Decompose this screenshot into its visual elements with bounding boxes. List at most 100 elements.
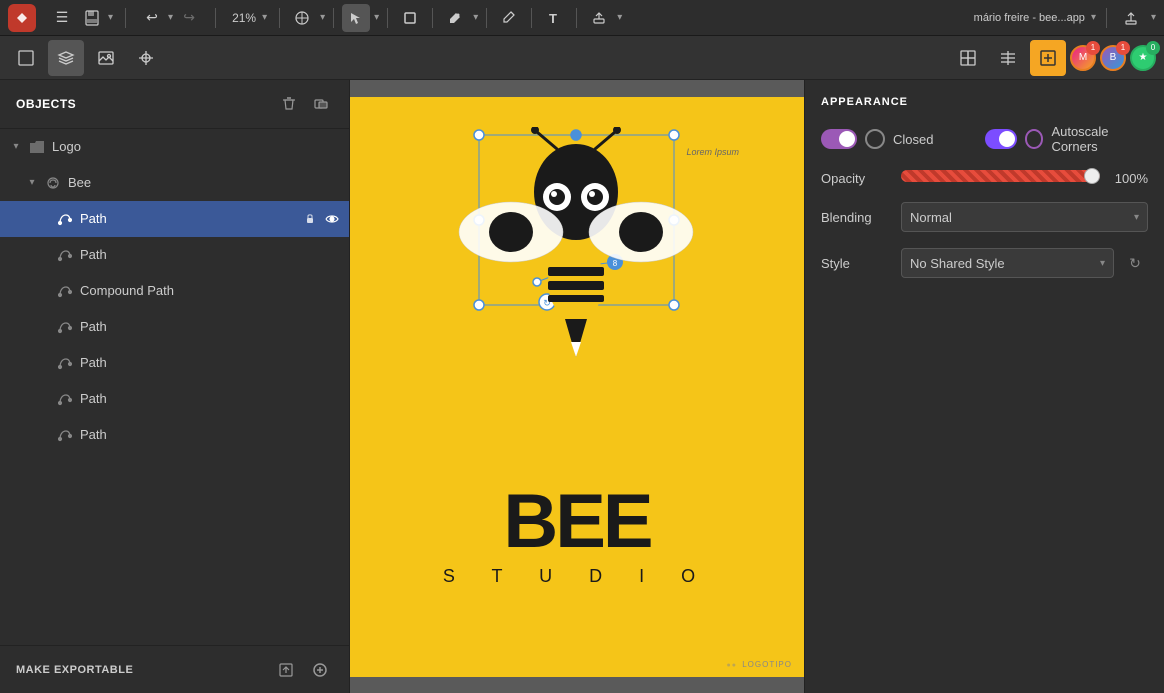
style-label: Style [821,256,901,271]
svg-text:T: T [549,11,557,25]
tree-item-bee[interactable]: ▾ Bee [0,165,349,201]
tree-item-logo[interactable]: ▾ Logo [0,129,349,165]
secondary-toolbar: M 1 B 1 ★ 0 [0,36,1164,80]
watermark: ●● LOGOTIPO [727,660,793,669]
panel-header-actions [277,92,333,116]
avatar-2-container[interactable]: B 1 [1100,45,1126,71]
mask-btn[interactable] [309,92,333,116]
path-1-actions [301,210,341,228]
tree-item-path-3[interactable]: Path [0,309,349,345]
redo-button[interactable]: ↪ [175,4,203,32]
tree-item-path-4[interactable]: Path [0,345,349,381]
tree-item-path-2[interactable]: Path [0,237,349,273]
autoscale-knob [999,131,1015,147]
path-4-icon [56,354,74,372]
opacity-control: 100% [901,170,1148,186]
pen-tool[interactable] [441,4,469,32]
pen-dropdown[interactable]: ▾ [473,12,478,23]
footer-actions [273,657,333,683]
canvas-area[interactable]: Lorem Ipsum [350,80,804,693]
text-tool[interactable]: T [540,4,568,32]
layers-btn[interactable] [48,40,84,76]
separator-9 [576,8,577,28]
logo-arrow: ▾ [8,139,24,155]
transform-btn[interactable] [950,40,986,76]
logo-label: Logo [52,139,341,154]
autoscale-circle[interactable] [1025,129,1043,149]
style-select[interactable]: No Shared Style ▾ [901,248,1114,278]
path-1-eye-icon [323,210,341,228]
save-dropdown-arrow[interactable]: ▾ [108,12,113,23]
separator-6 [432,8,433,28]
align-btn[interactable] [990,40,1026,76]
compound-label: Compound Path [80,283,341,298]
separator-4 [333,8,334,28]
style-chevron: ▾ [1100,258,1105,269]
closed-toggle[interactable] [821,129,857,149]
file-toolbar-group: ☰ ▾ [44,4,117,32]
opacity-label: Opacity [821,171,901,186]
autoscale-toggle[interactable] [985,129,1018,149]
canvas-content: Lorem Ipsum [350,80,804,693]
tree-item-path-1[interactable]: Path [0,201,349,237]
bee-label: Bee [68,175,341,190]
style-value: No Shared Style [910,256,1005,271]
blending-select[interactable]: Normal ▾ [901,202,1148,232]
avatar-3-badge: 0 [1146,41,1160,55]
zoom-level: 21% [228,11,260,25]
tree-item-compound[interactable]: Compound Path [0,273,349,309]
blending-value: Normal [910,210,952,225]
select-dropdown[interactable]: ▾ [374,12,379,23]
components-btn[interactable] [128,40,164,76]
tree-item-path-6[interactable]: Path [0,417,349,453]
user-dropdown[interactable]: ▾ [1091,12,1096,23]
tree-item-path-5[interactable]: Path [0,381,349,417]
secondary-right: M 1 B 1 ★ 0 [950,40,1156,76]
export-icon-btn[interactable] [273,657,299,683]
closed-knob [839,131,855,147]
export-tool[interactable] [585,4,613,32]
main-layout: OBJECTS [0,80,1164,693]
opacity-bar-container[interactable] [901,170,1100,186]
avatar-1-container[interactable]: M 1 [1070,45,1096,71]
path-5-label: Path [80,391,341,406]
toolbar-right: mário freire - bee...app ▾ ▾ [974,4,1156,32]
undo-button[interactable]: ↩ [138,4,166,32]
delete-btn[interactable] [277,92,301,116]
align-tool[interactable] [288,4,316,32]
separator-10 [1106,8,1107,28]
select-tool[interactable] [342,4,370,32]
top-toolbar: ☰ ▾ ↩ ▾ ↪ 21% ▾ ▾ [0,0,1164,36]
right-panel: APPEARANCE Closed Autoscale Corners Opac… [804,80,1164,693]
zoom-dropdown[interactable]: ▾ [262,12,267,23]
separator-7 [486,8,487,28]
closed-circle[interactable] [865,129,885,149]
upload-button[interactable] [1117,4,1145,32]
upload-dropdown[interactable]: ▾ [1151,12,1156,23]
align-dropdown[interactable]: ▾ [320,12,325,23]
left-panel: OBJECTS [0,80,350,693]
avatar-3-container[interactable]: ★ 0 [1130,45,1156,71]
add-export-btn[interactable] [307,657,333,683]
bee-arrow: ▾ [24,175,40,191]
blending-row: Blending Normal ▾ [821,202,1148,232]
logo-folder-icon [28,138,46,156]
page-btn[interactable] [8,40,44,76]
appearance-title: APPEARANCE [821,96,1148,108]
canvas-bg: Lorem Ipsum [350,97,804,677]
path-1-lock-icon [301,210,319,228]
style-btn[interactable] [1030,40,1066,76]
rect-tool[interactable] [396,4,424,32]
separator-3 [279,8,280,28]
edit-tool[interactable] [495,4,523,32]
save-button[interactable] [78,4,106,32]
avatar-1-badge: 1 [1086,41,1100,55]
undo-dropdown[interactable]: ▾ [168,12,173,23]
path-3-label: Path [80,319,341,334]
menu-button[interactable]: ☰ [48,4,76,32]
style-refresh-btn[interactable]: ↻ [1122,250,1148,276]
image-btn[interactable] [88,40,124,76]
export-dropdown[interactable]: ▾ [617,12,622,23]
panel-title: OBJECTS [16,97,76,111]
opacity-bar [901,170,1100,182]
